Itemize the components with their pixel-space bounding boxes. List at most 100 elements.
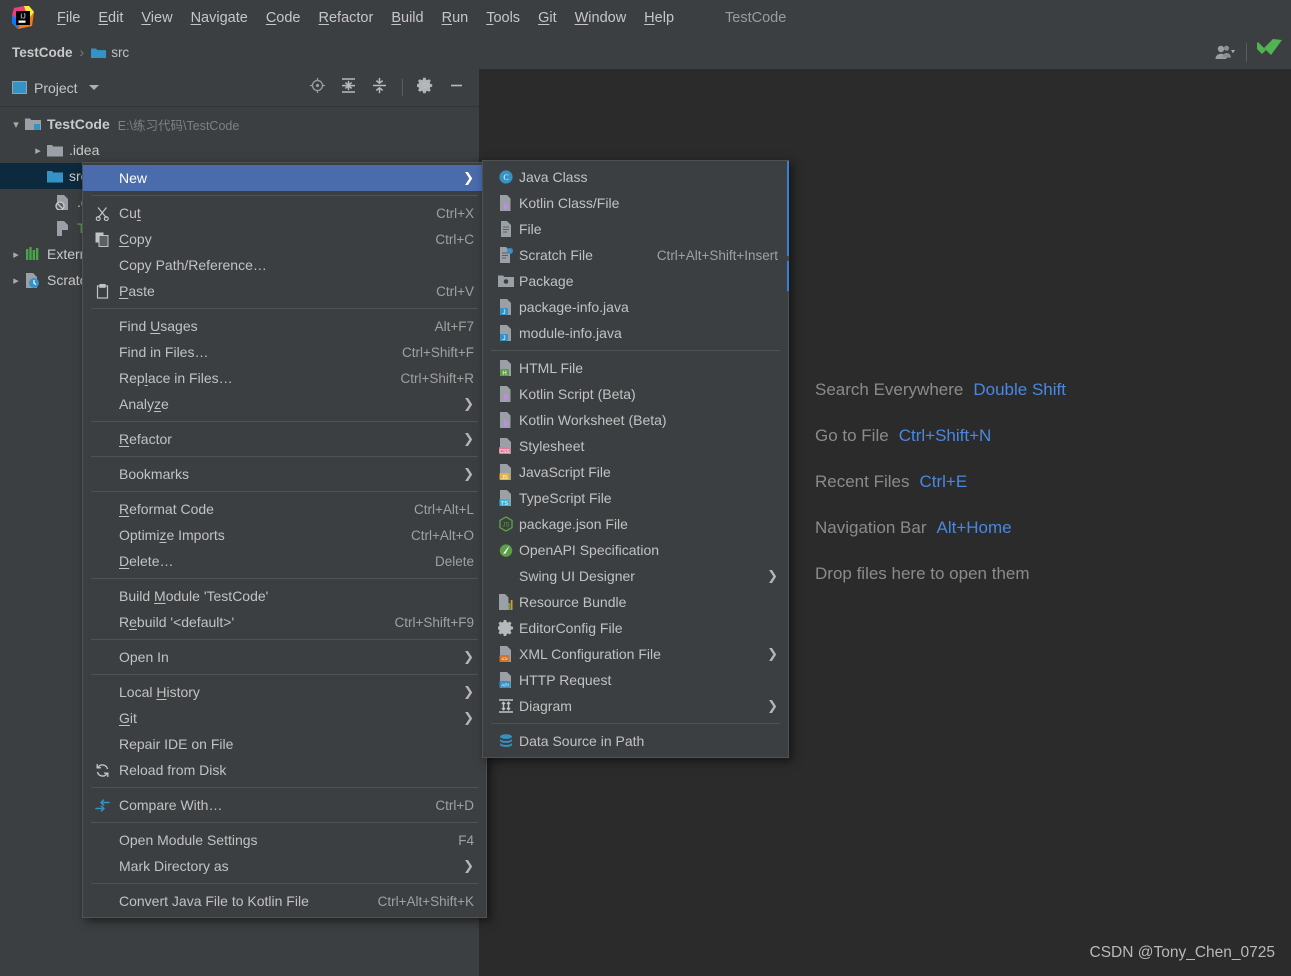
menu-item-accelerator: F4: [458, 832, 474, 848]
submenu-item-data-source-in-path[interactable]: Data Source in Path: [483, 728, 788, 754]
menu-code[interactable]: Code: [257, 6, 310, 30]
submenu-item-swing-ui-designer[interactable]: Swing UI Designer ❯: [483, 563, 788, 589]
submenu-item-kotlin-script[interactable]: Kotlin Script (Beta): [483, 381, 788, 407]
menu-item-find-in-files[interactable]: Find in Files… Ctrl+Shift+F: [83, 339, 486, 365]
menu-item-accelerator: Ctrl+D: [435, 797, 474, 813]
menu-item-open-module-settings[interactable]: Open Module Settings F4: [83, 827, 486, 853]
menu-item-find-usages[interactable]: Find Usages Alt+F7: [83, 313, 486, 339]
svg-text:J: J: [502, 335, 505, 341]
submenu-item-typescript-file[interactable]: TS TypeScript File: [483, 485, 788, 511]
submenu-item-kotlin-class-file[interactable]: Kotlin Class/File: [483, 190, 788, 216]
submenu-item-kotlin-worksheet[interactable]: Kotlin Worksheet (Beta): [483, 407, 788, 433]
submenu-item-label: Stylesheet: [519, 438, 585, 454]
submenu-item-package[interactable]: Package: [483, 268, 788, 294]
datasource-icon: [493, 733, 519, 749]
submenu-item-http-request[interactable]: API HTTP Request: [483, 667, 788, 693]
java-class-icon: C: [493, 169, 519, 185]
submenu-item-stylesheet[interactable]: CSS Stylesheet: [483, 433, 788, 459]
menu-item-label: Bookmarks: [119, 466, 190, 482]
css-file-icon: CSS: [493, 438, 519, 454]
project-tool-title: Project: [34, 79, 78, 96]
submenu-item-editorconfig-file[interactable]: EditorConfig File: [483, 615, 788, 641]
menu-item-bookmarks[interactable]: Bookmarks ❯: [83, 461, 486, 487]
collapse-arrow-icon[interactable]: ▸: [8, 274, 24, 287]
menu-file[interactable]: File: [48, 6, 89, 30]
chevron-right-icon: ❯: [463, 431, 474, 446]
menu-item-delete[interactable]: Delete… Delete: [83, 548, 486, 574]
submenu-item-package-info-java[interactable]: J package-info.java: [483, 294, 788, 320]
menu-item-repair-ide-on-file[interactable]: Repair IDE on File: [83, 731, 486, 757]
collapse-all-icon[interactable]: [371, 77, 388, 99]
scratches-icon: [24, 272, 41, 288]
html-file-icon: H: [493, 360, 519, 376]
kotlin-script-icon: [493, 386, 519, 402]
expand-all-icon[interactable]: [340, 77, 357, 99]
menu-tools[interactable]: Tools: [477, 6, 529, 30]
submenu-item-label: HTTP Request: [519, 672, 612, 688]
submenu-item-scratch-file[interactable]: Scratch File Ctrl+Alt+Shift+Insert: [483, 242, 788, 268]
menu-item-local-history[interactable]: Local History ❯: [83, 679, 486, 705]
submenu-item-module-info-java[interactable]: J module-info.java: [483, 320, 788, 346]
menu-item-convert-java-to-kotlin[interactable]: Convert Java File to Kotlin File Ctrl+Al…: [83, 888, 486, 914]
menu-build[interactable]: Build: [382, 6, 432, 30]
chevron-right-icon: ❯: [463, 858, 474, 873]
menu-window[interactable]: Window: [566, 6, 636, 30]
menu-item-label: Copy: [119, 231, 152, 247]
menu-item-build-module[interactable]: Build Module 'TestCode': [83, 583, 486, 609]
menu-item-new[interactable]: New ❯: [83, 165, 486, 191]
menu-navigate[interactable]: Navigate: [182, 6, 257, 30]
menu-item-copy-path-reference[interactable]: Copy Path/Reference…: [83, 252, 486, 278]
collaborate-users-icon[interactable]: [1214, 44, 1236, 60]
submenu-item-html-file[interactable]: H HTML File: [483, 355, 788, 381]
menu-item-optimize-imports[interactable]: Optimize Imports Ctrl+Alt+O: [83, 522, 486, 548]
locate-icon[interactable]: [309, 77, 326, 99]
menu-item-cut[interactable]: Cut Ctrl+X: [83, 200, 486, 226]
chevron-down-icon[interactable]: [88, 85, 99, 90]
menu-help[interactable]: Help: [635, 6, 683, 30]
submenu-item-diagram[interactable]: Diagram ❯: [483, 693, 788, 719]
menu-run[interactable]: Run: [433, 6, 478, 30]
scratch-file-icon: [493, 247, 519, 263]
menu-git[interactable]: Git: [529, 6, 566, 30]
submenu-item-package-json-file[interactable]: JS package.json File: [483, 511, 788, 537]
menu-item-rebuild[interactable]: Rebuild '<default>' Ctrl+Shift+F9: [83, 609, 486, 635]
menu-item-git[interactable]: Git ❯: [83, 705, 486, 731]
hint-label: Recent Files: [815, 472, 910, 491]
tree-row-idea[interactable]: ▸ .idea: [0, 137, 479, 163]
menu-item-copy[interactable]: Copy Ctrl+C: [83, 226, 486, 252]
menu-separator: [91, 639, 478, 640]
submenu-item-resource-bundle[interactable]: Resource Bundle: [483, 589, 788, 615]
collapse-arrow-icon[interactable]: ▸: [30, 144, 46, 157]
menu-item-reload-from-disk[interactable]: Reload from Disk: [83, 757, 486, 783]
menu-item-open-in[interactable]: Open In ❯: [83, 644, 486, 670]
submenu-item-file[interactable]: File: [483, 216, 788, 242]
breadcrumb-root[interactable]: TestCode: [12, 45, 73, 60]
menu-item-replace-in-files[interactable]: Replace in Files… Ctrl+Shift+R: [83, 365, 486, 391]
xml-file-icon: <>: [493, 646, 519, 662]
submenu-item-openapi-specification[interactable]: OpenAPI Specification: [483, 537, 788, 563]
tree-row-testcode[interactable]: ▾ TestCode E:\练习代码\TestCode: [0, 111, 479, 137]
menu-item-compare-with[interactable]: Compare With… Ctrl+D: [83, 792, 486, 818]
breadcrumb-leaf[interactable]: src: [111, 45, 129, 60]
actions-divider: [402, 79, 403, 96]
menu-item-reformat-code[interactable]: Reformat Code Ctrl+Alt+L: [83, 496, 486, 522]
menu-item-analyze[interactable]: Analyze ❯: [83, 391, 486, 417]
menu-view[interactable]: View: [132, 6, 181, 30]
menu-item-paste[interactable]: Paste Ctrl+V: [83, 278, 486, 304]
chevron-right-icon: ❯: [463, 649, 474, 664]
svg-text:TS: TS: [501, 501, 508, 506]
expand-arrow-icon[interactable]: ▾: [8, 118, 24, 131]
menu-refactor[interactable]: Refactor: [310, 6, 383, 30]
submenu-item-javascript-file[interactable]: JS JavaScript File: [483, 459, 788, 485]
hide-tool-window-icon[interactable]: [448, 77, 465, 99]
menu-item-mark-directory-as[interactable]: Mark Directory as ❯: [83, 853, 486, 879]
context-menu: New ❯ Cut Ctrl+X Copy Ctrl+C Copy Path/R…: [82, 162, 487, 918]
menu-edit[interactable]: Edit: [89, 6, 132, 30]
collapse-arrow-icon[interactable]: ▸: [8, 248, 24, 261]
submenu-item-java-class[interactable]: C Java Class: [483, 164, 788, 190]
settings-gear-icon[interactable]: [416, 77, 434, 99]
menu-item-refactor[interactable]: Refactor ❯: [83, 426, 486, 452]
build-hammer-icon[interactable]: [1254, 38, 1283, 66]
project-tab[interactable]: Project: [12, 80, 99, 96]
submenu-item-xml-configuration-file[interactable]: <> XML Configuration File ❯: [483, 641, 788, 667]
